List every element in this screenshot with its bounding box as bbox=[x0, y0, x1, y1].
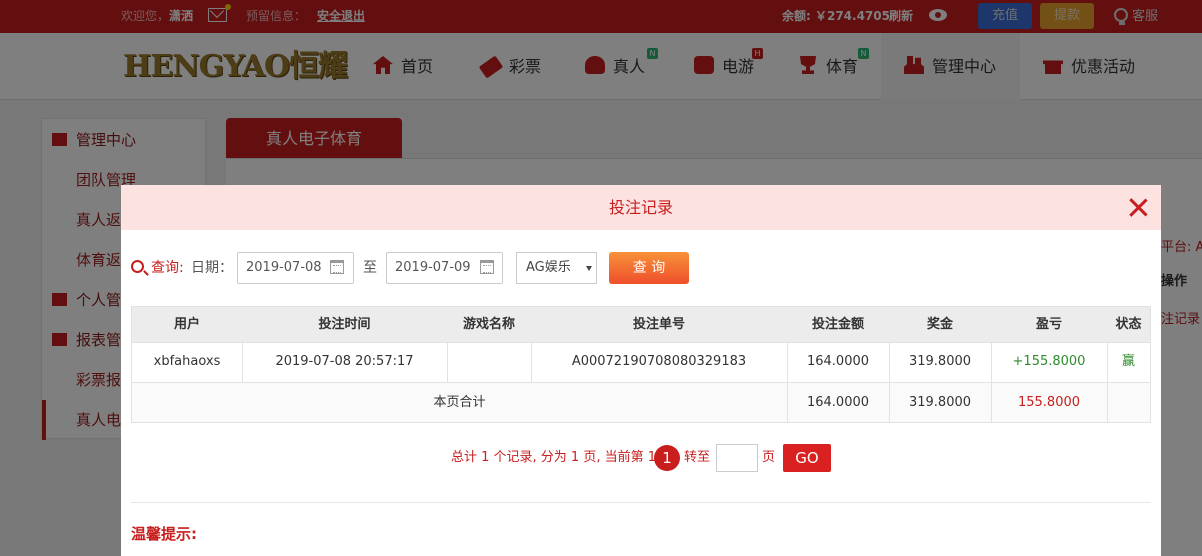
goto-label: 转至 bbox=[684, 450, 711, 465]
current-page-button[interactable]: 1 bbox=[654, 445, 680, 471]
col-bet-amount: 投注金额 bbox=[811, 317, 864, 332]
chevron-down-icon bbox=[586, 266, 592, 271]
col-bonus: 奖金 bbox=[926, 317, 953, 332]
col-user: 用户 bbox=[173, 317, 200, 332]
calendar-icon[interactable] bbox=[480, 260, 494, 274]
date-label: 日期： bbox=[191, 260, 233, 276]
subtotal-amount: 164.0000 bbox=[806, 395, 870, 410]
cell-bet-amount: 164.0000 bbox=[806, 354, 870, 369]
page-unit-label: 页 bbox=[762, 450, 776, 465]
cell-bonus: 319.8000 bbox=[908, 354, 972, 369]
modal-title: 投注记录 bbox=[608, 198, 673, 217]
section-divider bbox=[131, 502, 1151, 503]
query-label: 查询: bbox=[151, 260, 184, 276]
close-icon[interactable] bbox=[1128, 197, 1148, 217]
col-order-number: 投注单号 bbox=[632, 317, 685, 332]
search-icon bbox=[131, 260, 144, 273]
go-button[interactable]: GO bbox=[783, 444, 831, 472]
calendar-icon[interactable] bbox=[330, 260, 344, 274]
date-separator: 至 bbox=[363, 260, 377, 276]
subtotal-profit-loss: 155.8000 bbox=[1017, 395, 1081, 410]
query-button[interactable]: 查 询 bbox=[609, 252, 689, 284]
cell-order-number: A0007219070808032918​3 bbox=[571, 354, 747, 369]
col-bet-time: 投注时间 bbox=[318, 317, 371, 332]
cell-profit-loss: +155.8000 bbox=[1012, 354, 1086, 369]
bet-records-modal: 投注记录 查询: 日期： 2019-07-08 至 2019-07-09 AG娱… bbox=[121, 185, 1161, 556]
platform-select[interactable]: AG娱乐 bbox=[516, 252, 597, 284]
col-divider bbox=[447, 342, 448, 382]
tips-heading: 温馨提示: bbox=[131, 525, 197, 543]
subtotal-bonus: 319.8000 bbox=[908, 395, 972, 410]
page-number-input[interactable] bbox=[716, 444, 758, 472]
col-profit-loss: 盈亏 bbox=[1035, 317, 1062, 332]
subtotal-label: 本页合计 bbox=[433, 395, 486, 410]
bet-records-table: 用户 投注时间 游戏名称 投注单号 投注金额 奖金 盈亏 状态 xbfahaox… bbox=[131, 306, 1151, 423]
col-game-name: 游戏名称 bbox=[462, 317, 515, 332]
cell-status: 赢 bbox=[1121, 354, 1135, 369]
col-status: 状态 bbox=[1115, 317, 1142, 332]
query-form: 查询: 日期： 2019-07-08 至 2019-07-09 AG娱乐 查 询 bbox=[121, 252, 1161, 284]
cell-user: xbfahaoxs bbox=[153, 354, 221, 369]
cell-bet-time: 2019-07-08 20:57:17 bbox=[275, 354, 414, 369]
pager-summary: 总计 1 个记录, 分为 1 页, 当前第 1 页 bbox=[451, 450, 674, 465]
